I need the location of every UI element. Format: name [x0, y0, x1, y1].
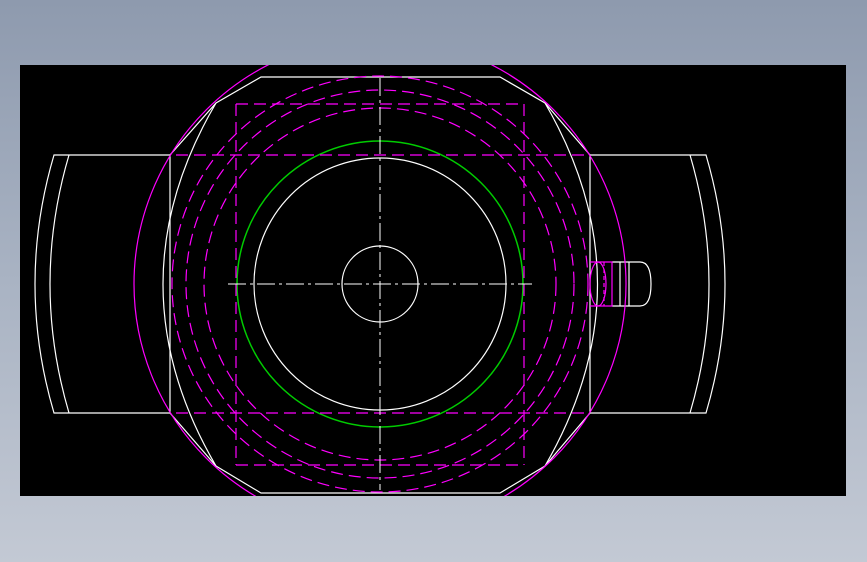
body-left-arc: [162, 102, 217, 467]
side-plug-hidden: [589, 261, 613, 307]
centerlines-layer: [228, 78, 532, 490]
left-flange-inner-arc: [49, 154, 70, 414]
cad-viewport[interactable]: [20, 65, 846, 496]
side-plug: [612, 261, 652, 307]
right-flange-inner-arc: [689, 154, 710, 414]
right-flange-outline: [590, 154, 726, 414]
left-flange-outline: [34, 154, 170, 414]
cad-drawing: [34, 65, 726, 496]
